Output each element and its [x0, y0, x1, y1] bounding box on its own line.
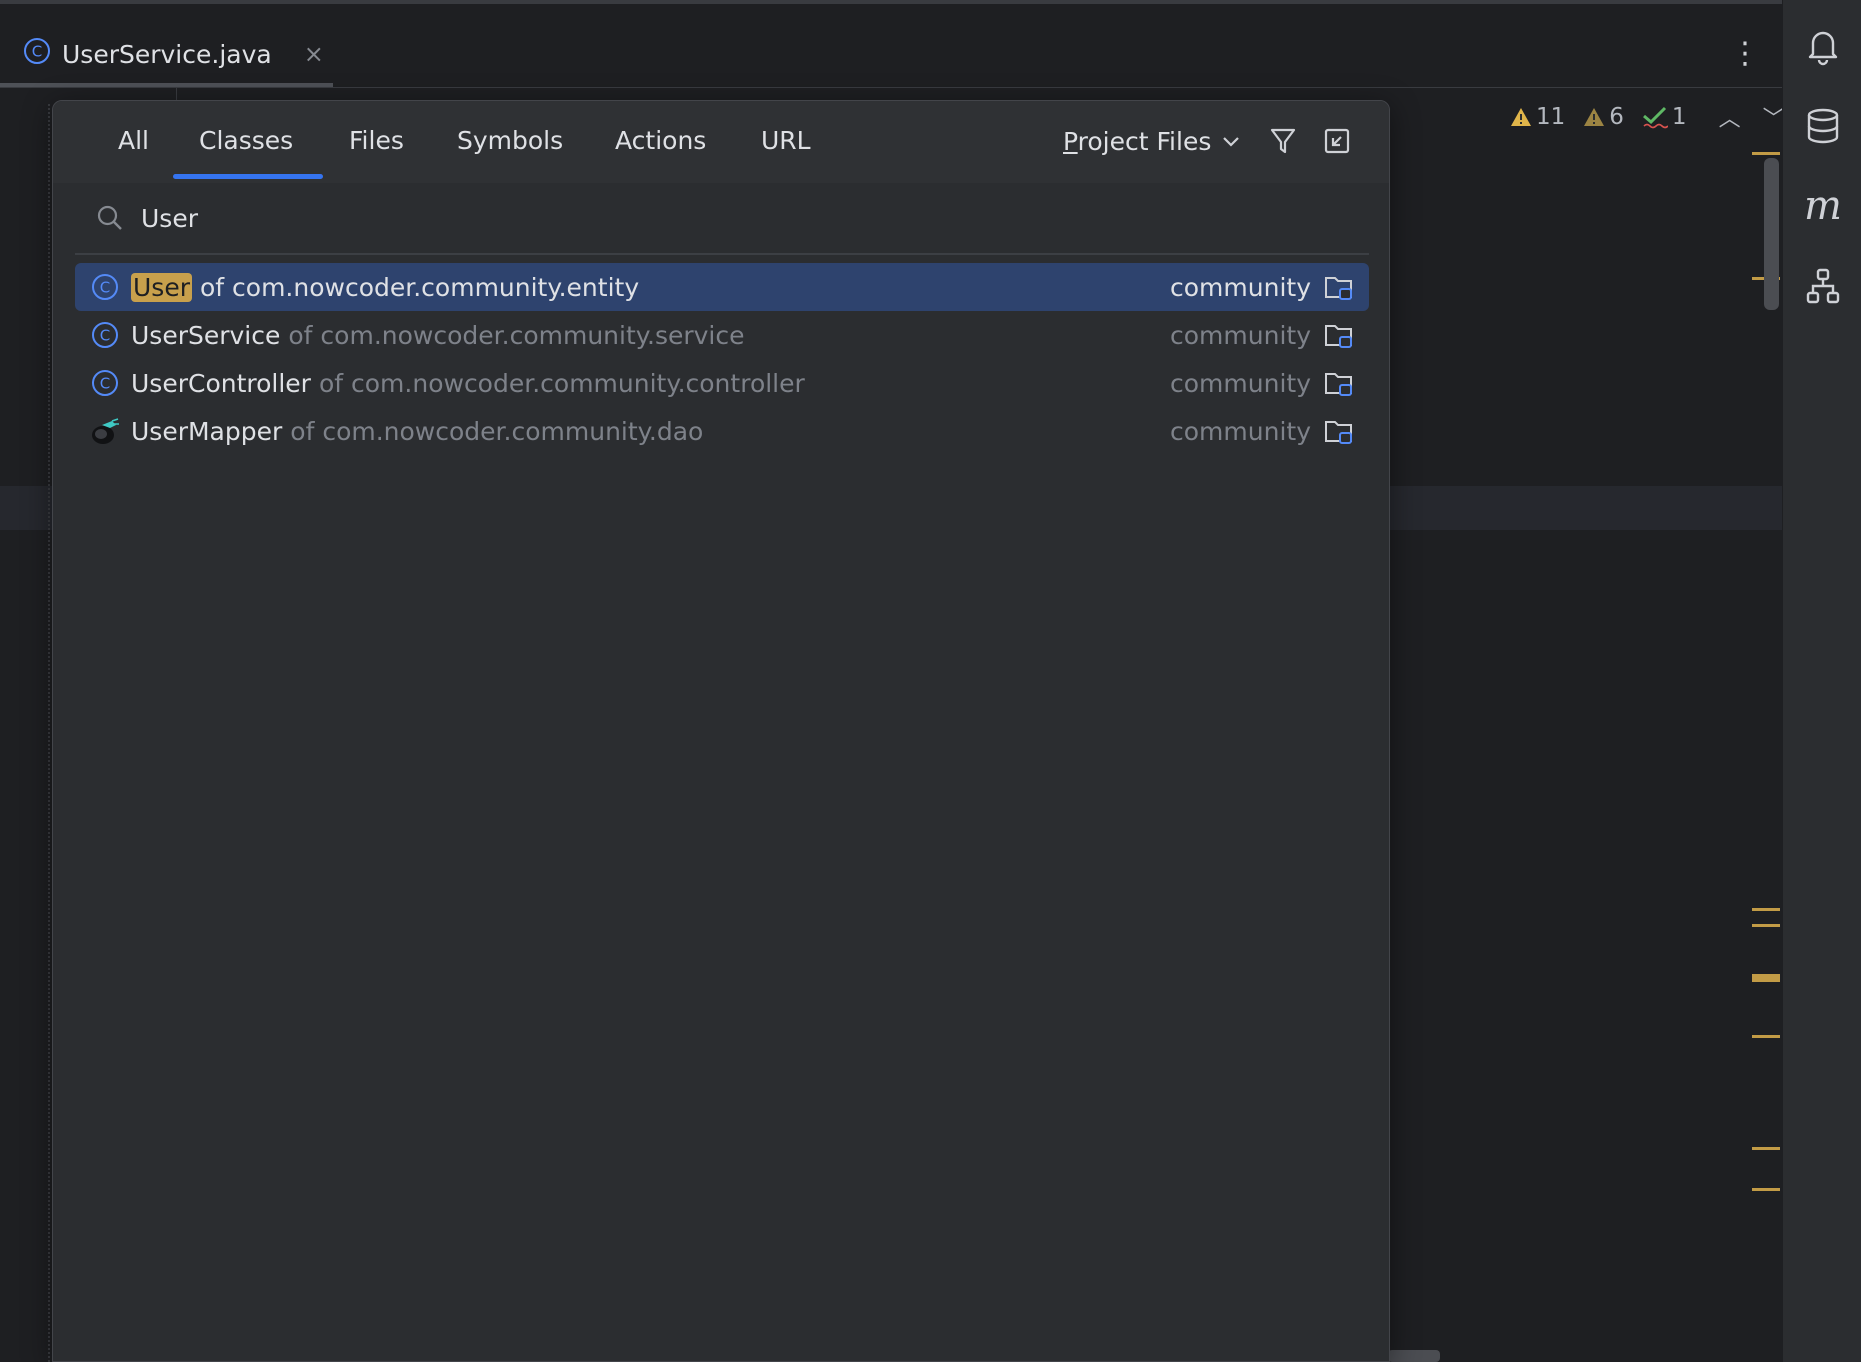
module-folder-icon — [1325, 421, 1352, 444]
result-module: community — [1170, 272, 1311, 302]
tab-url[interactable]: URL — [761, 121, 811, 161]
chevron-down-icon — [1223, 137, 1240, 147]
active-tab-indicator — [173, 174, 323, 179]
match-highlight: User — [131, 272, 192, 302]
stripe-mark[interactable] — [1752, 924, 1780, 927]
stripe-mark[interactable] — [1752, 908, 1780, 911]
vertical-scrollbar[interactable] — [1764, 158, 1779, 310]
stripe-mark[interactable] — [1752, 974, 1780, 982]
scope-label: Project Files — [1063, 126, 1212, 156]
tab-all[interactable]: All — [118, 121, 149, 161]
filter-icon[interactable] — [1263, 121, 1303, 161]
result-row-userservice[interactable]: C UserService of com.nowcoder.community.… — [75, 311, 1369, 359]
result-module: community — [1170, 368, 1311, 398]
result-package: of com.nowcoder.community.service — [288, 320, 745, 350]
search-everywhere-popup: All Classes Files Symbols Actions URL Pr… — [52, 100, 1390, 1362]
popup-header: All Classes Files Symbols Actions URL Pr… — [53, 101, 1389, 183]
stripe-mark[interactable] — [1752, 152, 1780, 155]
module-folder-icon — [1325, 373, 1352, 396]
more-options-icon[interactable]: ⋮ — [1730, 34, 1760, 74]
svg-text:C: C — [100, 279, 110, 297]
result-row-usermapper[interactable]: UserMapper of com.nowcoder.community.dao… — [75, 407, 1369, 455]
weak-warning-icon — [1584, 108, 1605, 126]
results-list: C User of com.nowcoder.community.entity … — [75, 263, 1369, 455]
class-icon: C — [22, 36, 52, 72]
right-tool-strip: m — [1782, 0, 1861, 1362]
bell-icon[interactable] — [1799, 22, 1847, 70]
editor-tab-bar: C UserService.java × ⋮ — [0, 4, 1782, 88]
editor-tab-label: UserService.java — [62, 39, 272, 69]
editor-tab-userservice[interactable]: C UserService.java × — [22, 32, 324, 76]
database-icon[interactable] — [1799, 102, 1847, 150]
class-icon: C — [89, 319, 121, 351]
horizontal-scrollbar[interactable] — [1388, 1350, 1440, 1362]
module-folder-icon — [1325, 277, 1352, 300]
result-package: of com.nowcoder.community.entity — [199, 272, 640, 302]
scope-dropdown[interactable]: Project Files — [1063, 121, 1241, 161]
structure-icon[interactable] — [1799, 262, 1847, 310]
tab-classes[interactable]: Classes — [199, 121, 293, 161]
typos-count[interactable]: 1 — [1642, 104, 1687, 130]
warnings-count[interactable]: 11 — [1510, 104, 1565, 130]
previous-highlight-icon[interactable]: ︿ — [1719, 101, 1741, 133]
svg-text:C: C — [100, 327, 110, 345]
inspection-widget[interactable]: 11 6 1 ︿ ﹀ — [1510, 100, 1785, 134]
weak-warnings-count[interactable]: 6 — [1583, 104, 1624, 130]
svg-text:C: C — [100, 375, 110, 393]
class-icon: C — [89, 271, 121, 303]
svg-text:C: C — [32, 43, 42, 61]
mybatis-icon — [89, 415, 121, 447]
search-bar — [75, 183, 1369, 255]
active-tab-indicator — [0, 83, 333, 87]
result-package: of com.nowcoder.community.dao — [290, 416, 704, 446]
result-row-user[interactable]: C User of com.nowcoder.community.entity … — [75, 263, 1369, 311]
result-package: of com.nowcoder.community.controller — [318, 368, 805, 398]
tab-symbols[interactable]: Symbols — [457, 121, 563, 161]
stripe-mark[interactable] — [1752, 1147, 1780, 1150]
search-icon — [97, 205, 122, 230]
search-input[interactable] — [141, 203, 1241, 233]
tab-actions[interactable]: Actions — [615, 121, 706, 161]
result-name: User — [131, 272, 192, 302]
result-name: UserController — [131, 368, 311, 398]
close-icon[interactable]: × — [304, 40, 324, 68]
maven-icon[interactable]: m — [1799, 182, 1847, 230]
warning-icon — [1511, 108, 1531, 126]
result-module: community — [1170, 320, 1311, 350]
result-row-usercontroller[interactable]: C UserController of com.nowcoder.communi… — [75, 359, 1369, 407]
stripe-mark[interactable] — [1752, 1188, 1780, 1191]
module-folder-icon — [1325, 325, 1352, 348]
typo-check-icon — [1642, 106, 1668, 129]
result-name: UserService — [131, 320, 281, 350]
tab-files[interactable]: Files — [349, 121, 404, 161]
stripe-mark[interactable] — [1752, 1035, 1780, 1038]
class-icon: C — [89, 367, 121, 399]
result-module: community — [1170, 416, 1311, 446]
open-in-tool-window-icon[interactable] — [1317, 121, 1357, 161]
result-name: UserMapper — [131, 416, 283, 446]
